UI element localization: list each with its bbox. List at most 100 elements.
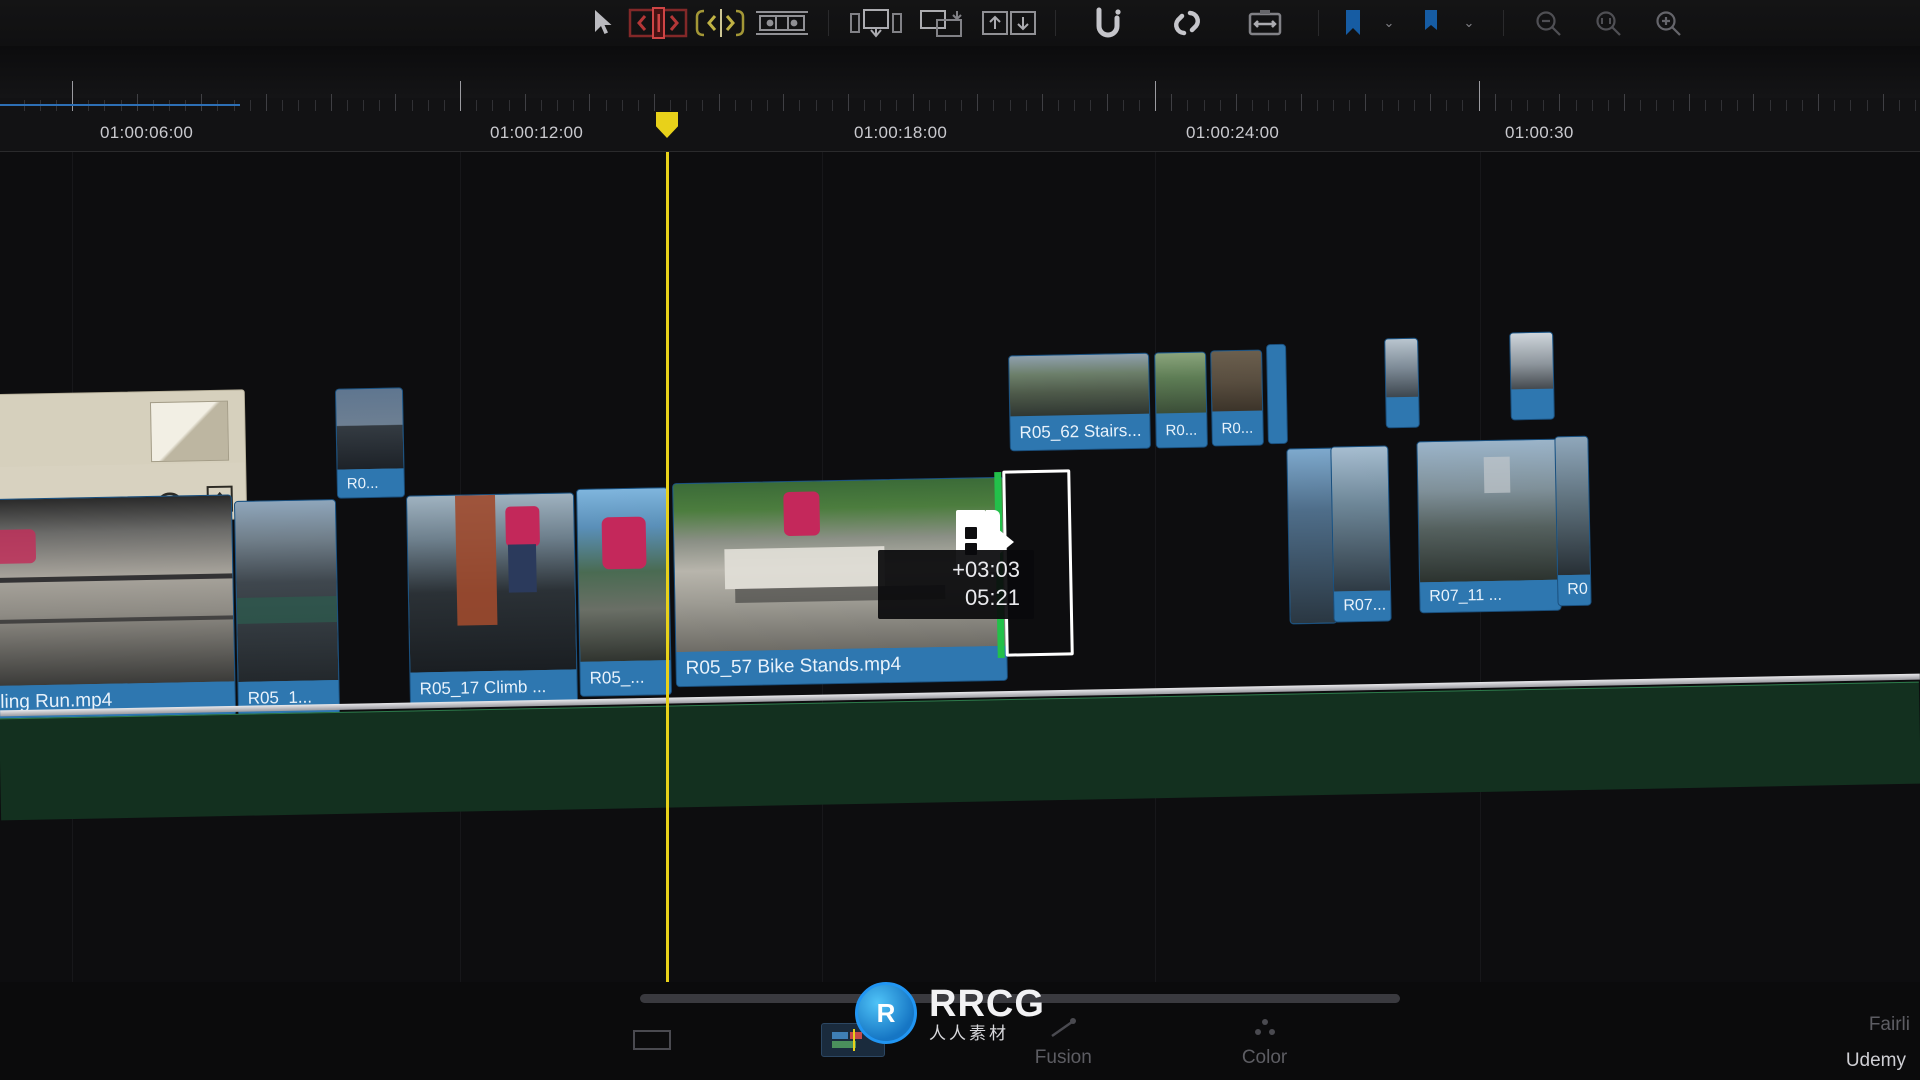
video1-clip-right-edge[interactable]: R0 [1554, 435, 1592, 607]
clip-thumbnail [335, 388, 404, 470]
video2-clip-far-1[interactable] [1384, 337, 1420, 429]
trim-handle-dot-top [965, 527, 977, 539]
thumb-detail [0, 615, 234, 625]
watermark-subtitle: 人人素材 [929, 1023, 1009, 1043]
ruler-timecode-label: 01:00:18:00 [854, 123, 948, 142]
timeline-scroll-indicator [0, 104, 240, 106]
thumb-detail [601, 516, 647, 570]
video1-clip-r07-11[interactable]: R07_11 ... [1416, 438, 1562, 614]
zoom-in-icon [1656, 11, 1681, 36]
video1-clip-railing-run[interactable]: Railing Run.mp4 [0, 494, 237, 722]
thumb-detail [505, 506, 540, 547]
clip-thumbnail [0, 495, 235, 687]
video1-clip-r05-1[interactable]: R05_1... [233, 499, 341, 717]
timeline-ruler[interactable]: 01:00:06:00 01:00:12:00 01:00:18:00 01:00:2… [0, 46, 1920, 152]
thumb-detail [454, 494, 498, 626]
trim-edit-icon [628, 7, 688, 39]
insert-clip-icon [850, 9, 902, 38]
video1-clip-r05-17-climb[interactable]: R05_17 Climb ... [405, 492, 579, 708]
dynamic-trim-icon [695, 9, 745, 37]
trim-offset-tooltip: +03:03 05:21 [878, 550, 1034, 619]
thumb-detail [0, 573, 233, 584]
clip-thumbnail [406, 493, 577, 673]
replace-clip-button[interactable] [975, 3, 1041, 43]
razor-icon [756, 11, 808, 35]
flag-button[interactable] [1409, 3, 1453, 43]
thumb-detail [724, 546, 886, 590]
clip-body [1267, 344, 1287, 444]
timeline-tracks-area[interactable]: n Lou R0... R05_62 Stairs... [0, 152, 1920, 982]
zoom-in-button[interactable] [1638, 3, 1698, 43]
page-tab-color[interactable]: Color [1242, 1014, 1287, 1069]
zoom-fit-icon [1596, 11, 1621, 36]
page-tab-label: Color [1241, 1046, 1288, 1068]
trim-duration-value: 05:21 [964, 584, 1020, 610]
marker-bookmark-icon [1346, 10, 1360, 35]
flag-clip-button[interactable] [1226, 3, 1304, 43]
zoom-out-button[interactable] [1518, 3, 1578, 43]
fusion-page-icon [1046, 1014, 1080, 1044]
chevron-down-icon-2: ⌄ [1463, 15, 1475, 30]
selection-arrow-tool-button[interactable] [580, 3, 626, 43]
video2-clip-far-2[interactable] [1509, 331, 1555, 421]
overwrite-clip-icon [920, 10, 962, 37]
video2-clip-r0-b[interactable]: R0... [1210, 349, 1264, 447]
flag-icon [1425, 10, 1437, 30]
chevron-down-icon: ⌄ [1383, 15, 1395, 30]
zoom-out-icon [1536, 11, 1561, 36]
thumb-detail [0, 529, 37, 565]
watermark-brand: RRCG [929, 982, 1045, 1025]
clip-name: R07... [1334, 590, 1391, 622]
flag-color-dropdown[interactable]: ⌄ [1453, 3, 1489, 43]
overwrite-clip-button[interactable] [909, 3, 975, 43]
thumb-detail [783, 491, 821, 537]
ruler-timecode-label: 01:00:24:00 [1186, 123, 1280, 142]
linked-selection-button[interactable] [1148, 3, 1226, 43]
clip-thumbnail [1211, 350, 1263, 414]
trim-offset-value: +03:03 [952, 557, 1020, 582]
clip-name: R0 [1558, 574, 1591, 606]
rrcg-watermark: R RRCG 人人素材 [855, 982, 1045, 1044]
ruler-timecode-label: 01:00:30 [1505, 123, 1574, 142]
video2-clip-r05-62[interactable]: R05_62 Stairs... [1008, 352, 1151, 452]
page-tab-label: Fusion [1034, 1046, 1092, 1068]
grid-line [1155, 152, 1156, 982]
playhead-line[interactable] [666, 152, 669, 982]
marker-button[interactable] [1333, 3, 1373, 43]
zoom-fit-button[interactable] [1578, 3, 1638, 43]
thumb-detail [236, 596, 338, 624]
video2-clip-1[interactable]: R0... [334, 387, 406, 499]
clip-thumbnail [1555, 436, 1591, 576]
video1-clip-r05-x[interactable]: R05_... [576, 487, 672, 697]
snapping-button[interactable] [1070, 3, 1148, 43]
video2-clip-sliver[interactable] [1266, 343, 1288, 445]
dynamic-trim-mode-button[interactable] [690, 3, 750, 43]
replace-clip-icon [982, 11, 1036, 35]
watermark-logo-icon: R [855, 982, 917, 1044]
color-page-icon [1250, 1014, 1280, 1044]
clip-name: R0... [1212, 410, 1263, 446]
timeline-toolbar: ⌄ ⌄ [0, 0, 1920, 46]
insert-clip-button[interactable] [843, 3, 909, 43]
marker-color-dropdown[interactable]: ⌄ [1373, 3, 1409, 43]
link-chain-icon [1174, 10, 1200, 36]
toolbar-divider [828, 10, 829, 36]
clip-thumbnail [1155, 352, 1207, 416]
clip-thumbnail [1009, 353, 1150, 419]
page-tab-fairlight-label[interactable]: Fairli [1869, 1014, 1910, 1036]
clip-name: R07_11 ... [1420, 579, 1561, 613]
video1-clip-r07[interactable]: R07... [1330, 445, 1392, 623]
clip-thumbnail [1417, 439, 1561, 583]
toolbar-divider-3 [1318, 10, 1319, 36]
clip-thumbnail [1331, 446, 1391, 592]
magnet-icon [1096, 7, 1121, 38]
clip-name: R05_57 Bike Stands.mp4 [676, 645, 1007, 687]
video2-clip-r0-a[interactable]: R0... [1154, 351, 1208, 449]
ruler-timecode-label: 01:00:12:00 [490, 123, 584, 142]
flag-box-icon [1248, 10, 1282, 36]
page-tab-cut[interactable] [632, 1025, 671, 1058]
trim-edit-mode-button[interactable] [626, 3, 690, 43]
cut-page-icon [632, 1025, 671, 1055]
clip-thumbnail [234, 500, 339, 682]
razor-edit-mode-button[interactable] [750, 3, 814, 43]
